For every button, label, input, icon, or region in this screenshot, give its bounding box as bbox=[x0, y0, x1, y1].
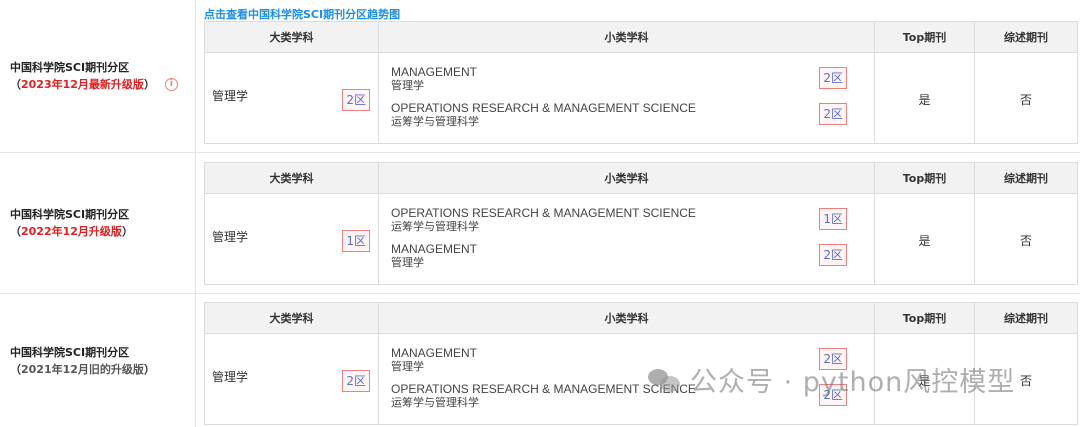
section-version: 2021年12月旧的升级版 bbox=[21, 362, 144, 376]
major-subject-cell: 管理学 1区 bbox=[205, 194, 379, 284]
major-subject-name: 管理学 bbox=[212, 230, 249, 244]
section-version: 2023年12月最新升级版 bbox=[21, 78, 144, 91]
minor-zone-badge[interactable]: 2区 bbox=[819, 103, 847, 125]
minor-subject-cell: OPERATIONS RESEARCH & MANAGEMENT SCIENCE… bbox=[379, 194, 875, 284]
minor-zone-badge[interactable]: 2区 bbox=[819, 244, 847, 266]
wechat-icon bbox=[648, 367, 682, 393]
major-zone-badge[interactable]: 1区 bbox=[342, 230, 370, 252]
major-subject-cell: 管理学 2区 bbox=[205, 334, 379, 424]
major-subject-name: 管理学 bbox=[212, 89, 249, 103]
watermark-text: 公众号 · python风控模型 bbox=[690, 367, 1016, 398]
minor-subject: MANAGEMENT 管理学 2区 bbox=[391, 65, 861, 93]
major-zone-badge[interactable]: 2区 bbox=[342, 89, 370, 111]
watermark: 公众号 · python风控模型 bbox=[648, 360, 1015, 399]
minor-subject-cell: MANAGEMENT 管理学 2区 OPERATIONS RESEARCH & … bbox=[379, 53, 875, 143]
minor-subject: MANAGEMENT 管理学 2区 bbox=[391, 242, 861, 270]
minor-zone-badge[interactable]: 2区 bbox=[819, 67, 847, 89]
zone-table: 大类学科 小类学科 Top期刊 综述期刊 管理学 1区 OPERATIONS R… bbox=[204, 162, 1078, 285]
table-row: 管理学 1区 OPERATIONS RESEARCH & MANAGEMENT … bbox=[205, 194, 1077, 284]
section-version: 2022年12月升级版 bbox=[21, 225, 122, 238]
minor-subject: OPERATIONS RESEARCH & MANAGEMENT SCIENCE… bbox=[391, 101, 861, 129]
major-subject-cell: 管理学 2区 bbox=[205, 53, 379, 143]
table-header: 大类学科 小类学科 Top期刊 综述期刊 bbox=[205, 163, 1077, 194]
section-title: 中国科学院SCI期刊分区 bbox=[10, 61, 130, 74]
cas-zone-section-2023: 中国科学院SCI期刊分区 （ 2023年12月最新升级版 ） i 大类学科 小类… bbox=[0, 0, 1080, 153]
table-header: 大类学科 小类学科 Top期刊 综述期刊 bbox=[205, 303, 1077, 334]
section-title: 中国科学院SCI期刊分区 bbox=[10, 345, 130, 359]
minor-subject: OPERATIONS RESEARCH & MANAGEMENT SCIENCE… bbox=[391, 206, 861, 234]
major-subject-name: 管理学 bbox=[212, 370, 249, 384]
top-journal-cell: 是 bbox=[875, 194, 975, 284]
table-row: 管理学 2区 MANAGEMENT 管理学 2区 OPERATIONS RESE… bbox=[205, 53, 1077, 143]
table-header: 大类学科 小类学科 Top期刊 综述期刊 bbox=[205, 22, 1077, 53]
review-journal-cell: 否 bbox=[1019, 93, 1032, 107]
top-journal-cell: 是 bbox=[875, 53, 975, 143]
minor-zone-badge[interactable]: 1区 bbox=[819, 208, 847, 230]
major-zone-badge[interactable]: 2区 bbox=[342, 370, 370, 392]
review-journal-cell: 否 bbox=[1019, 234, 1032, 248]
zone-table: 大类学科 小类学科 Top期刊 综述期刊 管理学 2区 MANAGEMENT 管… bbox=[204, 21, 1078, 144]
section-title: 中国科学院SCI期刊分区 bbox=[10, 208, 130, 221]
info-icon[interactable]: i bbox=[164, 78, 178, 91]
section-label: 中国科学院SCI期刊分区 （ 2021年12月旧的升级版 ） bbox=[0, 294, 196, 427]
section-label: 中国科学院SCI期刊分区 （ 2023年12月最新升级版 ） i bbox=[0, 0, 196, 152]
section-label: 中国科学院SCI期刊分区 （ 2022年12月升级版 ） bbox=[0, 153, 196, 293]
cas-zone-section-2022: 中国科学院SCI期刊分区 （ 2022年12月升级版 ） 大类学科 小类学科 T… bbox=[0, 153, 1080, 294]
